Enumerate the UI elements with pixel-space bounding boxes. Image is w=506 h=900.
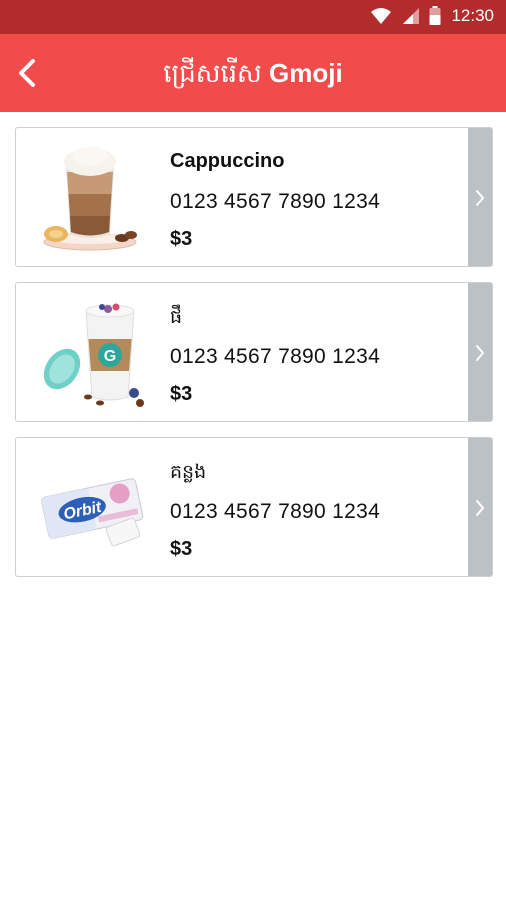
- item-price: $3: [170, 228, 193, 250]
- list-item-cappuccino[interactable]: Cappuccino 0123 4567 7890 1234 $3: [15, 127, 493, 267]
- page-title: ជ្រើសរើស Gmoji: [0, 58, 506, 89]
- list-item-coffee[interactable]: G ផឹ 0123 4567 7890 1234 $3: [15, 282, 493, 422]
- wifi-icon: [371, 8, 392, 24]
- page-title-brand: Gmoji: [269, 58, 343, 88]
- battery-icon: [429, 6, 441, 25]
- svg-text:G: G: [104, 348, 116, 365]
- item-name: Cappuccino: [170, 150, 285, 172]
- list-item-gum[interactable]: Orbit គន្លង 0123 4567 7890 1234 $3: [15, 437, 493, 577]
- coffee-cup-image: G: [43, 303, 144, 407]
- item-number: 0123 4567 7890 1234: [170, 190, 381, 213]
- item-number: 0123 4567 7890 1234: [170, 500, 381, 523]
- status-time: 12:30: [451, 6, 494, 25]
- item-arrow-button[interactable]: [468, 128, 492, 266]
- item-name: ផឹ: [170, 306, 183, 328]
- cappuccino-image: [43, 147, 137, 251]
- status-icons: 12:30: [371, 6, 494, 26]
- item-arrow-button[interactable]: [468, 283, 492, 421]
- orbit-gum-image: Orbit: [41, 478, 144, 547]
- status-bar: 12:30: [0, 0, 506, 34]
- chevron-right-icon: [476, 190, 484, 206]
- cell-signal-icon: [403, 8, 420, 24]
- chevron-right-icon: [476, 500, 484, 516]
- chevron-right-icon: [476, 345, 484, 361]
- page-title-khmer: ជ្រើសរើស: [163, 59, 262, 89]
- item-arrow-button[interactable]: [468, 438, 492, 576]
- item-price: $3: [170, 383, 193, 405]
- app-bar: ជ្រើសរើស Gmoji: [0, 34, 506, 112]
- item-name: គន្លង: [170, 461, 207, 483]
- gmoji-list: Cappuccino 0123 4567 7890 1234 $3 G ផឹ 0…: [15, 127, 493, 592]
- item-number: 0123 4567 7890 1234: [170, 345, 381, 368]
- item-price: $3: [170, 538, 193, 560]
